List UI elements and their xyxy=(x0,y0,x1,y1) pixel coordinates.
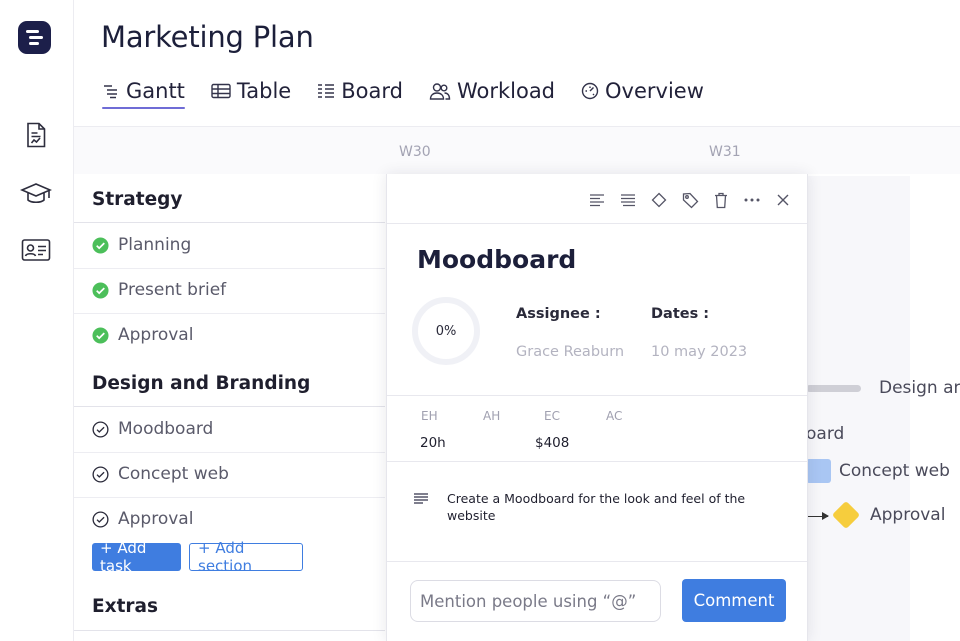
task-detail-panel: Moodboard 0% Assignee : Grace Reaburn Da… xyxy=(386,174,808,641)
task-name: Present brief xyxy=(118,280,227,300)
list-item[interactable]: Concept web xyxy=(92,464,229,484)
tab-board-label: Board xyxy=(341,79,403,103)
task-name: Concept web xyxy=(118,464,229,484)
gantt-task-label: oard xyxy=(806,424,845,444)
metric-value[interactable]: $408 xyxy=(535,435,569,451)
week-label: W31 xyxy=(709,144,741,160)
panel-divider xyxy=(387,395,807,396)
metric-value[interactable]: 20h xyxy=(420,435,446,451)
id-card-icon[interactable] xyxy=(20,236,52,264)
metric-label: EH xyxy=(421,409,438,423)
align-left-icon[interactable] xyxy=(587,190,607,210)
gantt-task-bar[interactable] xyxy=(806,459,831,483)
metric-label: AH xyxy=(483,409,501,423)
dates-value[interactable]: 10 may 2023 xyxy=(651,344,747,360)
tab-overview[interactable]: Overview xyxy=(581,74,704,108)
list-item[interactable]: Approval xyxy=(92,509,193,529)
gantt-task-label: Concept web xyxy=(839,461,950,481)
section-divider xyxy=(74,406,385,407)
align-justify-icon[interactable] xyxy=(618,190,638,210)
task-name: Approval xyxy=(118,509,194,529)
page-title: Marketing Plan xyxy=(101,20,314,54)
gantt-section-bar[interactable] xyxy=(806,385,861,392)
tab-workload-label: Workload xyxy=(456,79,556,103)
row-divider xyxy=(74,313,385,314)
tab-board[interactable]: Board xyxy=(317,74,403,108)
week-label: W30 xyxy=(399,144,431,160)
milestone-icon[interactable] xyxy=(649,190,669,210)
document-report-icon[interactable] xyxy=(20,121,52,149)
table-icon xyxy=(211,83,231,99)
check-done-icon[interactable] xyxy=(92,236,109,254)
task-description[interactable]: Create a Moodboard for the look and feel… xyxy=(447,490,767,524)
progress-value: 0% xyxy=(435,323,457,339)
tab-gantt[interactable]: Gantt xyxy=(102,74,185,109)
metric-label: EC xyxy=(544,409,560,423)
check-circle-icon[interactable] xyxy=(92,510,109,528)
gantt-section-label: Design and xyxy=(879,378,960,398)
section-title[interactable]: Design and Branding xyxy=(92,373,310,394)
metric-label: AC xyxy=(606,409,623,423)
view-tabs: Gantt Table Board Workload Overview xyxy=(102,74,730,109)
panel-toolbar xyxy=(576,190,793,210)
overview-icon xyxy=(581,82,599,100)
comment-input[interactable] xyxy=(410,580,661,622)
task-title[interactable]: Moodboard xyxy=(417,245,576,274)
check-circle-icon[interactable] xyxy=(92,465,109,483)
add-section-button[interactable]: + Add section xyxy=(189,539,303,575)
description-icon xyxy=(414,493,428,504)
panel-divider xyxy=(387,223,807,224)
list-item[interactable]: Planning xyxy=(92,235,191,255)
tag-icon[interactable] xyxy=(680,190,700,210)
section-title[interactable]: Strategy xyxy=(92,189,182,210)
graduation-cap-icon[interactable] xyxy=(20,180,52,208)
section-divider xyxy=(74,222,385,223)
board-icon xyxy=(318,84,335,98)
task-name: Moodboard xyxy=(118,419,214,439)
timeline-week-header: W30 W31 xyxy=(74,127,960,174)
panel-divider xyxy=(387,561,807,562)
task-name: Approval xyxy=(118,325,194,345)
assignee-value[interactable]: Grace Reaburn xyxy=(516,344,624,360)
more-options-icon[interactable] xyxy=(742,190,762,210)
list-item[interactable]: Approval xyxy=(92,325,193,345)
panel-divider xyxy=(387,461,807,462)
app-logo-icon[interactable] xyxy=(18,21,51,54)
row-divider xyxy=(74,452,385,453)
gantt-timeline-area xyxy=(806,176,910,641)
list-item[interactable]: Moodboard xyxy=(92,419,213,439)
left-rail xyxy=(0,0,74,641)
check-done-icon[interactable] xyxy=(92,281,109,299)
dependency-arrow xyxy=(806,512,829,520)
tab-table[interactable]: Table xyxy=(211,74,291,108)
assignee-label: Assignee : xyxy=(516,306,601,322)
close-icon[interactable] xyxy=(773,190,793,210)
check-circle-icon[interactable] xyxy=(92,420,109,438)
row-divider xyxy=(74,268,385,269)
trash-icon[interactable] xyxy=(711,190,731,210)
gantt-task-label: Approval xyxy=(870,505,946,525)
add-task-button[interactable]: + Add task xyxy=(92,539,181,575)
dates-label: Dates : xyxy=(651,306,710,322)
section-divider xyxy=(74,630,385,631)
section-title[interactable]: Extras xyxy=(92,596,158,617)
check-done-icon[interactable] xyxy=(92,326,109,344)
row-divider xyxy=(74,497,385,498)
workload-icon xyxy=(429,83,451,100)
list-item[interactable]: Present brief xyxy=(92,280,226,300)
tab-overview-label: Overview xyxy=(605,79,704,103)
task-name: Planning xyxy=(118,235,192,255)
tab-gantt-label: Gantt xyxy=(126,79,185,103)
tab-table-label: Table xyxy=(236,79,292,103)
comment-button[interactable]: Comment xyxy=(682,579,786,622)
tab-workload[interactable]: Workload xyxy=(429,74,555,108)
gantt-icon xyxy=(104,85,117,99)
